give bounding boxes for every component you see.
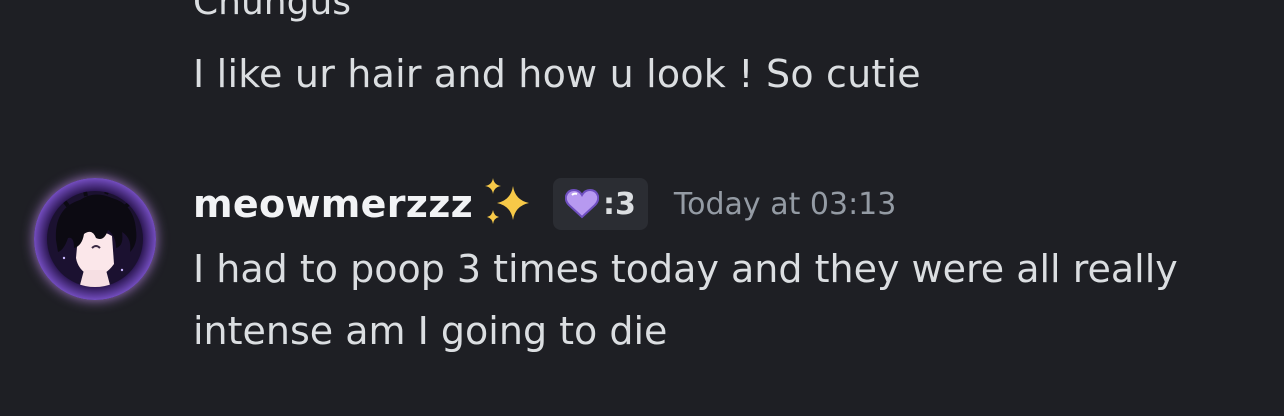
avatar[interactable] bbox=[34, 178, 156, 300]
message-timestamp[interactable]: Today at 03:13 bbox=[674, 187, 896, 222]
previous-author-name[interactable]: Chungus bbox=[193, 0, 351, 23]
previous-message-text: I like ur hair and how u look ! So cutie bbox=[193, 52, 921, 96]
purple-heart-icon bbox=[564, 188, 600, 219]
sparkles-icon bbox=[479, 176, 535, 232]
avatar-image bbox=[47, 191, 143, 287]
guild-tag-badge[interactable]: :3 bbox=[553, 178, 648, 230]
username[interactable]: meowmerzzz bbox=[193, 182, 473, 226]
message-text: I had to poop 3 times today and they wer… bbox=[193, 247, 1178, 353]
guild-tag-label: :3 bbox=[603, 186, 636, 222]
message-header: meowmerzzz :3 Today at 03:13 bbox=[193, 174, 896, 234]
chat-message-list: Chungus I like ur hair and how u look ! … bbox=[0, 0, 1284, 416]
